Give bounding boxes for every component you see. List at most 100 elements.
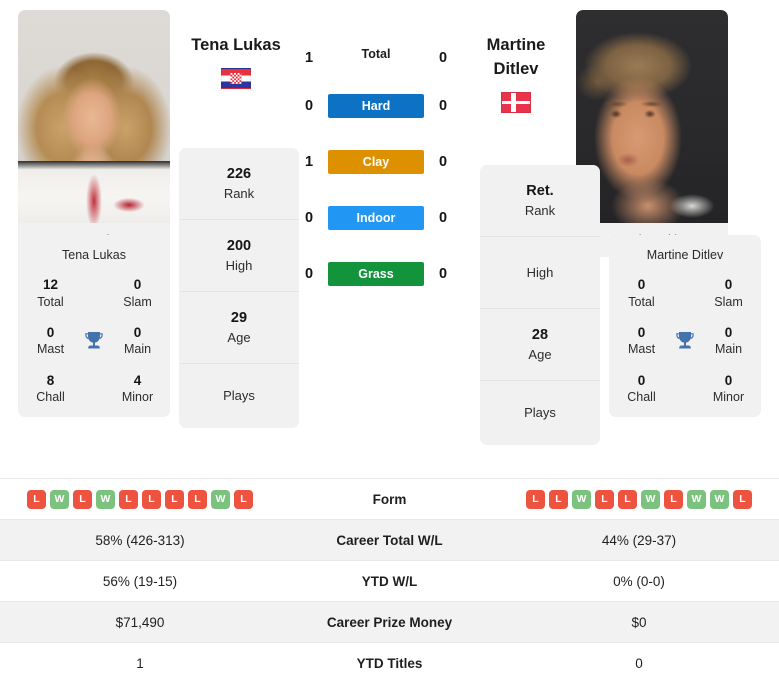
left-form-badge: L bbox=[165, 489, 184, 509]
surface-row-grass: 0 Grass 0 bbox=[296, 246, 456, 302]
right-high-label: High bbox=[526, 264, 554, 280]
right-titles-card-title: Martine Ditlev bbox=[646, 248, 724, 262]
player-comparison-page: Tena Lukas Tena Lukas 1 Total 0 0 Hard 0 bbox=[0, 0, 779, 699]
trophy-icon-right-wrap bbox=[668, 329, 702, 353]
right-stat-slam: 0 Slam bbox=[702, 276, 755, 310]
right-count-clay: 0 bbox=[438, 154, 448, 170]
left-age-value: 29 bbox=[230, 309, 248, 326]
right-form-badge: W bbox=[687, 489, 706, 509]
right-age-label: Age bbox=[528, 346, 552, 362]
right-titles-card-inner: Martine Ditlev 0 Total 0 Slam 0 Mast 0 M… bbox=[609, 235, 761, 418]
left-count-total: 1 bbox=[304, 50, 314, 66]
left-ytd-titles: 1 bbox=[0, 642, 280, 684]
left-player-photo[interactable] bbox=[18, 10, 170, 223]
surface-badge-grass: Grass bbox=[328, 262, 424, 286]
right-form-badges: LLWLLWLWWL bbox=[499, 489, 779, 509]
left-form-badge: W bbox=[50, 489, 69, 509]
right-form-badge: L bbox=[664, 489, 683, 509]
right-ytd-wl: 0% (0-0) bbox=[499, 560, 779, 602]
surface-label-total: Total bbox=[361, 47, 391, 61]
left-count-indoor: 0 bbox=[304, 210, 314, 226]
right-rank-value: Ret. bbox=[526, 182, 554, 199]
left-stat-chall-value: 8 bbox=[46, 372, 55, 388]
right-stat-main-value: 0 bbox=[724, 324, 733, 340]
trophy-icon bbox=[85, 331, 103, 349]
left-age-cell: 29 Age bbox=[179, 292, 299, 364]
left-stat-slam-value: 0 bbox=[133, 277, 142, 292]
left-stat-main-label: Main bbox=[123, 342, 152, 357]
left-career-prize-money: $71,490 bbox=[0, 601, 280, 643]
right-player-name[interactable]: Martine Ditlev bbox=[456, 10, 576, 82]
left-stat-main-value: 0 bbox=[133, 324, 142, 340]
left-player-flag-wrap bbox=[176, 67, 296, 89]
left-form-badge: L bbox=[119, 489, 138, 509]
croatia-flag-icon bbox=[221, 67, 251, 89]
left-form-badge: L bbox=[73, 489, 92, 509]
left-rank-cell: 226 Rank bbox=[179, 148, 299, 220]
denmark-flag-icon bbox=[501, 91, 531, 113]
row-label-ytd-titles: YTD Titles bbox=[280, 642, 499, 684]
left-stat-main: 0 Main bbox=[111, 324, 164, 358]
left-rank-label: Rank bbox=[223, 185, 255, 201]
right-stat-slam-value: 0 bbox=[724, 277, 733, 292]
right-stat-slam-label: Slam bbox=[714, 294, 743, 309]
row-label-career-prize-money: Career Prize Money bbox=[280, 601, 499, 643]
left-stat-mast-label: Mast bbox=[36, 342, 65, 357]
right-high-cell: High bbox=[480, 237, 600, 309]
left-high-cell: 200 High bbox=[179, 220, 299, 292]
right-count-indoor: 0 bbox=[438, 210, 448, 226]
left-high-value: 200 bbox=[226, 237, 252, 254]
left-player-photo-card[interactable]: Tena Lukas bbox=[18, 10, 170, 257]
left-form-badge: W bbox=[96, 489, 115, 509]
left-stat-minor-label: Minor bbox=[121, 390, 154, 405]
trophy-icon bbox=[676, 331, 694, 349]
left-player-name[interactable]: Tena Lukas bbox=[176, 10, 296, 58]
right-stat-main: 0 Main bbox=[702, 324, 755, 358]
right-stat-chall-value: 0 bbox=[637, 372, 646, 388]
left-stat-chall: 8 Chall bbox=[24, 372, 77, 406]
right-player-name-line1: Martine bbox=[486, 36, 546, 54]
right-career-total-wl: 44% (29-37) bbox=[499, 519, 779, 561]
right-count-hard: 0 bbox=[438, 98, 448, 114]
row-label-form: Form bbox=[280, 478, 499, 520]
right-form-badge: L bbox=[733, 489, 752, 509]
left-form-badge: W bbox=[211, 489, 230, 509]
left-form-cell: LWLWLLLLWL bbox=[0, 478, 280, 520]
left-plays-cell: Plays bbox=[179, 364, 299, 428]
right-player-flag-wrap bbox=[456, 91, 576, 113]
comparison-stats-table: LWLWLLLLWL Form LLWLLWLWWL 58% (426-313)… bbox=[0, 478, 779, 684]
right-count-grass: 0 bbox=[438, 266, 448, 282]
left-career-total-wl: 58% (426-313) bbox=[0, 519, 280, 561]
table-row: 56% (19-15) YTD W/L 0% (0-0) bbox=[0, 560, 779, 602]
right-form-badge: W bbox=[641, 489, 660, 509]
left-form-badge: L bbox=[234, 489, 253, 509]
left-rank-value: 226 bbox=[226, 165, 252, 182]
left-form-badge: L bbox=[27, 489, 46, 509]
right-player-name-line2: Ditlev bbox=[493, 59, 539, 78]
surface-badge-hard: Hard bbox=[328, 94, 424, 118]
right-rank-label: Rank bbox=[524, 202, 556, 218]
left-titles-card-inner: Tena Lukas 12 Total 0 Slam 0 Mast 0 Main… bbox=[18, 235, 170, 418]
row-label-ytd-wl: YTD W/L bbox=[280, 560, 499, 602]
left-age-label: Age bbox=[227, 329, 251, 345]
table-row: LWLWLLLLWL Form LLWLLWLWWL bbox=[0, 478, 779, 520]
left-form-badge: L bbox=[142, 489, 161, 509]
right-rank-cell: Ret. Rank bbox=[480, 165, 600, 237]
right-stat-total: 0 Total bbox=[615, 276, 668, 310]
trophy-icon-left-wrap bbox=[77, 329, 111, 353]
right-stat-total-label: Total bbox=[628, 294, 655, 309]
right-form-badge: W bbox=[710, 489, 729, 509]
right-career-prize-money: $0 bbox=[499, 601, 779, 643]
left-stat-mast-value: 0 bbox=[46, 324, 55, 340]
surface-badge-indoor: Indoor bbox=[328, 206, 424, 230]
right-plays-cell: Plays bbox=[480, 381, 600, 445]
left-stat-mast: 0 Mast bbox=[24, 324, 77, 358]
right-stat-mast-label: Mast bbox=[627, 342, 656, 357]
right-form-badge: W bbox=[572, 489, 591, 509]
left-stat-minor-value: 4 bbox=[133, 372, 142, 388]
left-rank-card: 226 Rank 200 High 29 Age Plays bbox=[179, 148, 299, 428]
left-count-clay: 1 bbox=[304, 154, 314, 170]
right-form-badge: L bbox=[595, 489, 614, 509]
right-rank-card: Ret. Rank High 28 Age Plays bbox=[480, 165, 600, 445]
left-stat-slam-label: Slam bbox=[123, 294, 152, 309]
